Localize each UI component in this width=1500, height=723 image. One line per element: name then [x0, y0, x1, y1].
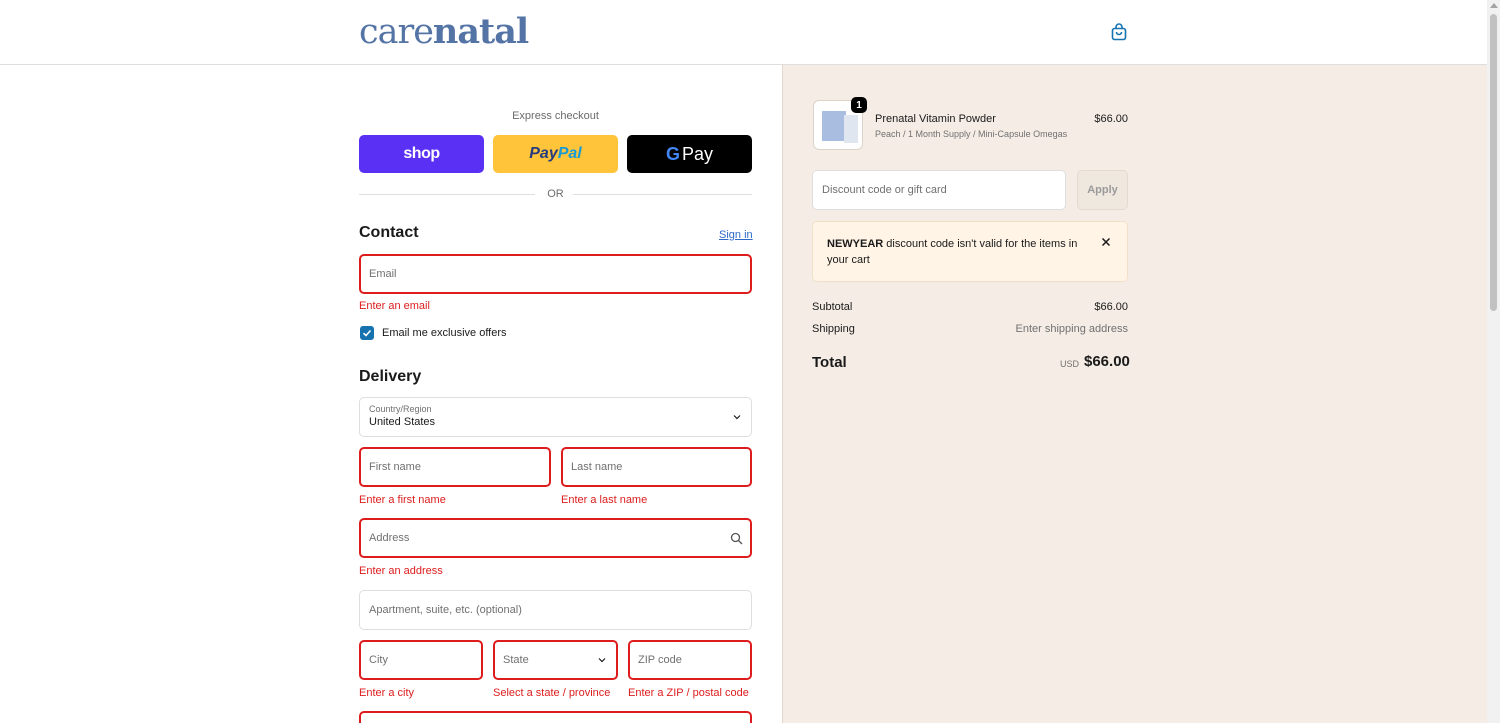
scroll-up-arrow-icon[interactable]	[1490, 3, 1498, 8]
paypal-label-pay: Pay	[529, 145, 558, 162]
state-error: Select a state / province	[493, 687, 611, 699]
search-icon[interactable]	[730, 532, 743, 545]
scrollbar-thumb[interactable]	[1490, 14, 1497, 311]
sign-in-link[interactable]: Sign in	[719, 229, 753, 241]
google-g-icon: G	[665, 143, 680, 164]
state-placeholder: State	[503, 654, 529, 666]
first-name-error: Enter a first name	[359, 494, 446, 506]
notice-code: NEWYEAR	[827, 238, 884, 250]
order-summary-panel	[782, 65, 1487, 723]
carenatal-logo[interactable]: carenatal	[359, 11, 529, 53]
page-scrollbar[interactable]	[1487, 0, 1500, 723]
discount-error-notice: NEWYEAR discount code isn't valid for th…	[812, 221, 1128, 282]
logo-text-care: care	[359, 12, 434, 52]
or-divider: OR	[359, 188, 752, 202]
country-label: Country/Region	[369, 404, 432, 414]
email-offers-checkbox[interactable]	[360, 326, 374, 340]
zip-error: Enter a ZIP / postal code	[628, 687, 749, 699]
checkmark-icon	[362, 329, 372, 337]
close-icon[interactable]	[1100, 236, 1112, 248]
apply-discount-button[interactable]: Apply	[1077, 170, 1128, 210]
product-name: Prenatal Vitamin Powder	[875, 113, 996, 125]
product-price: $66.00	[1094, 113, 1128, 125]
email-error: Enter an email	[359, 300, 430, 312]
shipping-label: Shipping	[812, 323, 855, 335]
subtotal-row: Subtotal $66.00	[812, 301, 1128, 313]
paypal-label-pal: Pal	[557, 145, 582, 162]
last-name-error: Enter a last name	[561, 494, 648, 506]
subtotal-value: $66.00	[1094, 301, 1128, 313]
last-name-placeholder: Last name	[571, 461, 623, 473]
contact-heading: Contact	[359, 224, 419, 241]
shop-pay-button[interactable]: shop	[359, 135, 484, 173]
first-name-placeholder: First name	[369, 461, 421, 473]
zip-placeholder: ZIP code	[638, 654, 682, 666]
total-value: $66.00	[1084, 353, 1130, 370]
shipping-row: Shipping Enter shipping address	[812, 323, 1128, 335]
google-pay-label: Pay	[681, 143, 714, 164]
city-placeholder: City	[369, 654, 388, 666]
discount-placeholder: Discount code or gift card	[822, 184, 947, 196]
country-select[interactable]: Country/Region United States	[359, 397, 752, 437]
first-name-field[interactable]: First name	[359, 447, 551, 487]
header: carenatal	[0, 0, 1487, 65]
product-pack-image	[844, 115, 858, 143]
chevron-down-icon	[733, 415, 741, 420]
country-value: United States	[369, 416, 436, 428]
logo-text-natal: natal	[432, 11, 529, 52]
shopping-bag-icon[interactable]	[1110, 23, 1128, 41]
apartment-field[interactable]: Apartment, suite, etc. (optional)	[359, 590, 752, 630]
total-currency: USD	[1060, 359, 1080, 369]
google-pay-button[interactable]: G Pay	[627, 135, 752, 173]
email-placeholder: Email	[369, 268, 397, 280]
city-field[interactable]: City	[359, 640, 483, 680]
total-label: Total	[812, 354, 847, 371]
express-checkout-label: Express checkout	[512, 110, 599, 122]
shipping-value: Enter shipping address	[1015, 323, 1128, 335]
chevron-down-icon	[598, 658, 606, 663]
address-error: Enter an address	[359, 565, 443, 577]
paypal-button[interactable]: Pay Pal	[493, 135, 618, 173]
phone-field[interactable]	[359, 711, 752, 723]
zip-field[interactable]: ZIP code	[628, 640, 752, 680]
address-field[interactable]: Address	[359, 518, 752, 558]
delivery-heading: Delivery	[359, 368, 422, 385]
product-box-image	[822, 111, 846, 141]
city-error: Enter a city	[359, 687, 415, 699]
subtotal-label: Subtotal	[812, 301, 853, 313]
or-label: OR	[547, 188, 564, 200]
last-name-field[interactable]: Last name	[561, 447, 752, 487]
email-offers-label: Email me exclusive offers	[382, 327, 507, 339]
quantity-badge: 1	[851, 97, 867, 113]
email-field[interactable]: Email	[359, 254, 752, 294]
state-select[interactable]: State	[493, 640, 618, 680]
product-variant: Peach / 1 Month Supply / Mini-Capsule Om…	[875, 129, 1068, 139]
shop-pay-label: shop	[403, 145, 440, 162]
apartment-placeholder: Apartment, suite, etc. (optional)	[369, 604, 522, 616]
discount-code-input[interactable]: Discount code or gift card	[812, 170, 1066, 210]
address-placeholder: Address	[369, 532, 410, 544]
